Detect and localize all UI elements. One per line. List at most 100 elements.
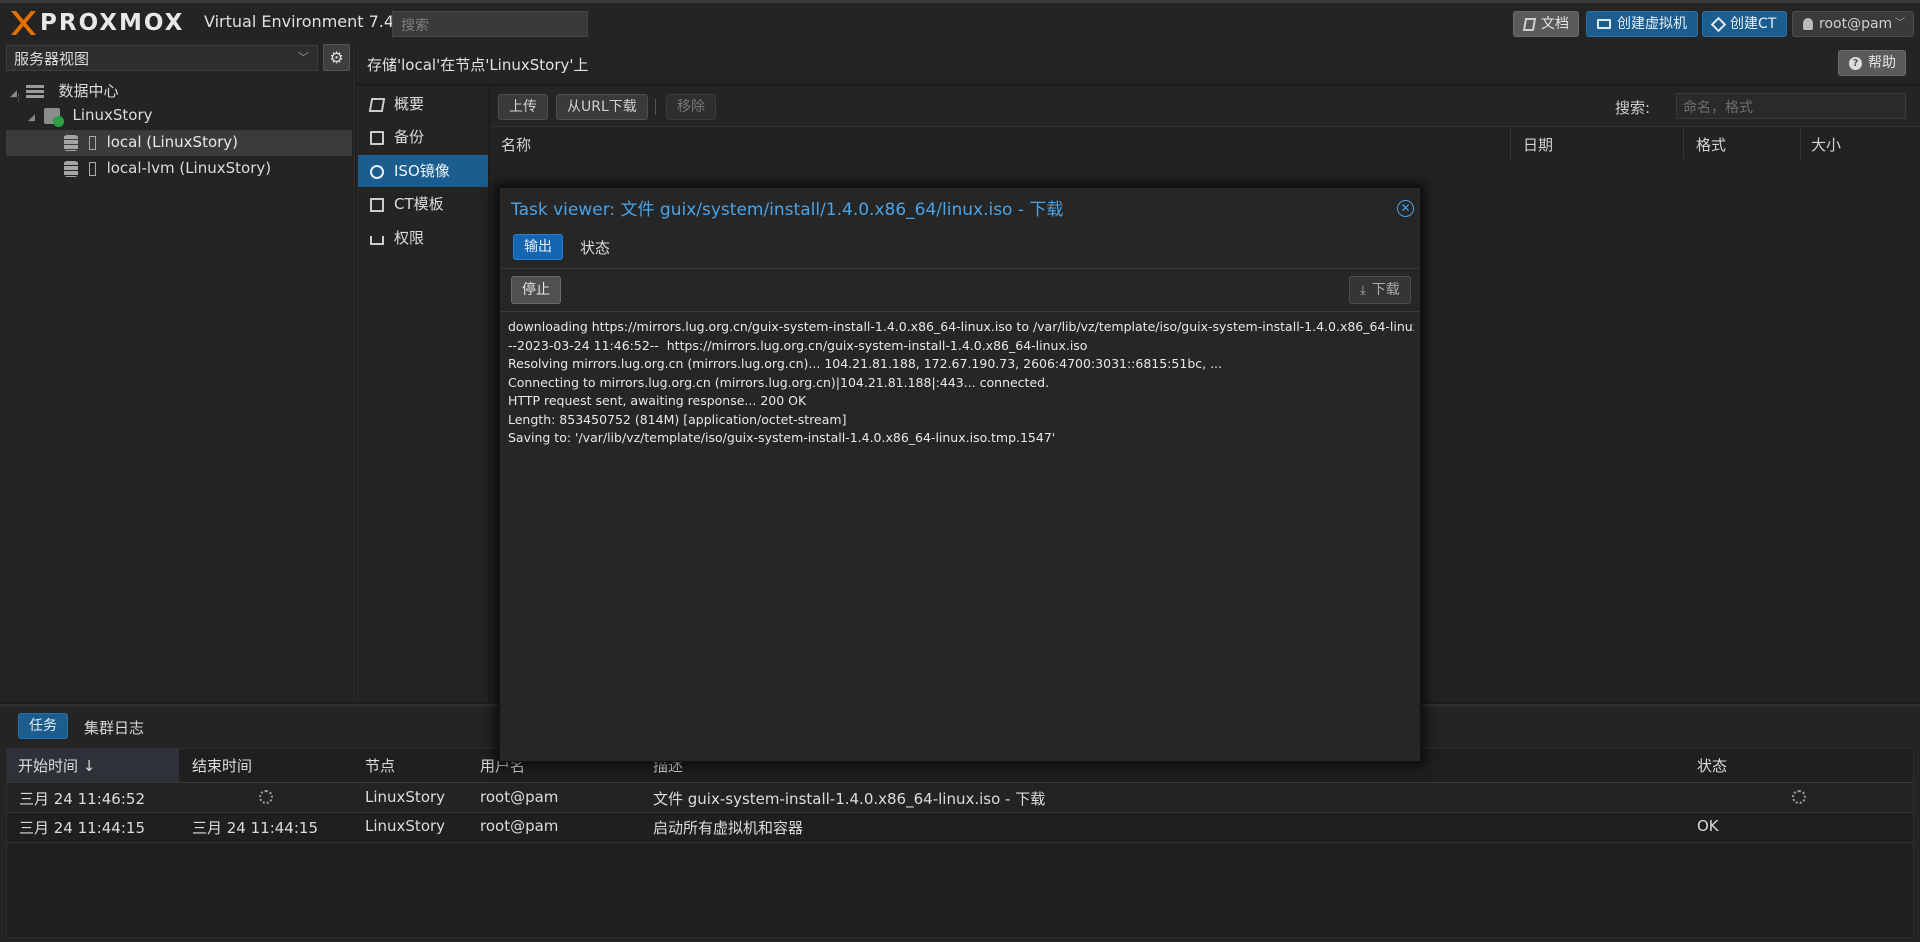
task-row-end: 三月 24 11:44:15 (192, 819, 318, 837)
nav-item-summary[interactable]: 概要 (358, 88, 488, 120)
logo-text: PROXMOX (40, 10, 185, 36)
view-settings-button[interactable]: ⚙ (323, 44, 350, 71)
task-row-desc: 启动所有虚拟机和容器 (653, 819, 804, 837)
gear-icon: ⚙ (329, 48, 344, 67)
loading-spinner-icon (259, 790, 273, 804)
log-line: Connecting to mirrors.lug.org.cn (mirror… (508, 374, 1050, 390)
disc-icon (370, 164, 384, 179)
user-menu-button[interactable]: root@pam ﹀ (1792, 11, 1914, 37)
col-header-format[interactable]: 格式 (1696, 134, 1726, 155)
cube-icon (1710, 16, 1727, 32)
chevron-down-icon: ﹀ (298, 51, 309, 64)
question-icon: ? (1849, 56, 1862, 70)
col-separator (1800, 127, 1801, 159)
task-row-desc: 文件 guix-system-install-1.4.0.x86_64-linu… (653, 790, 1046, 808)
log-line: --2023-03-24 11:46:52-- https://mirrors.… (508, 337, 1088, 353)
loading-spinner-icon (1792, 790, 1806, 804)
database-icon (64, 134, 78, 151)
nav-item-backup[interactable]: 备份 (358, 121, 488, 153)
dialog-toolbar-divider (500, 311, 1420, 312)
iso-search-input[interactable]: 命名，格式 (1676, 93, 1906, 119)
docs-button[interactable]: 文档 (1513, 11, 1579, 37)
task-viewer-dialog: Task viewer: 文件 guix/system/install/1.4.… (499, 187, 1421, 762)
unlock-icon (370, 236, 384, 245)
global-search-placeholder: 搜索 (401, 18, 429, 34)
view-select[interactable]: 服务器视图 ﹀ (6, 45, 318, 71)
toolbar-separator (655, 99, 656, 115)
tab-tasks[interactable]: 任务 (18, 713, 68, 739)
help-button[interactable]: ? 帮助 (1838, 50, 1906, 76)
task-col-node[interactable]: 节点 (365, 755, 395, 776)
chevron-down-icon: ﹀ (1895, 18, 1905, 29)
log-line: Resolving mirrors.lug.org.cn (mirrors.lu… (508, 356, 1223, 371)
task-table (6, 748, 1914, 938)
check-icon (52, 115, 64, 127)
tab-output[interactable]: 输出 (513, 234, 563, 260)
col-header-date[interactable]: 日期 (1523, 134, 1553, 155)
log-line: downloading https://mirrors.lug.org.cn/g… (508, 319, 1414, 334)
remove-button[interactable]: 移除 (666, 94, 716, 120)
stop-button[interactable]: 停止 (511, 276, 561, 304)
upload-button[interactable]: 上传 (498, 94, 548, 120)
log-line: Saving to: '/var/lib/vz/template/iso/gui… (508, 430, 1056, 445)
create-vm-button[interactable]: 创建虚拟机 (1586, 11, 1698, 37)
content-header (356, 45, 1920, 83)
dialog-close-button[interactable]: ✕ (1397, 200, 1414, 217)
download-url-button[interactable]: 从URL下载 (556, 94, 648, 120)
task-row-user: root@pam (480, 817, 559, 835)
task-col-end[interactable]: 结束时间 (192, 755, 252, 776)
col-header-size[interactable]: 大小 (1811, 134, 1841, 155)
resource-tree: ◢ 数据中心 ◢ LinuxStory local (LinuxStory) l… (6, 76, 352, 186)
col-separator (1510, 127, 1511, 159)
download-log-button[interactable]: ⤓ 下载 (1349, 276, 1411, 304)
app-title: Virtual Environment 7.4-3 (204, 12, 411, 31)
tree-item-local-lvm[interactable]: local-lvm (LinuxStory) (64, 159, 271, 181)
tree-item-node[interactable]: ◢ LinuxStory (28, 106, 153, 128)
log-line: HTTP request sent, awaiting response... … (508, 393, 807, 408)
task-col-status[interactable]: 状态 (1697, 755, 1727, 776)
col-header-name[interactable]: 名称 (501, 134, 531, 155)
task-log-output: downloading https://mirrors.lug.org.cn/g… (508, 318, 1414, 748)
database-icon (64, 160, 78, 177)
close-icon: ✕ (1400, 201, 1411, 215)
floppy-icon (370, 130, 384, 145)
nav-item-permissions[interactable]: 权限 (358, 222, 488, 254)
storage-box-icon (88, 135, 96, 150)
log-line: Length: 853450752 (814M) [application/oc… (508, 411, 847, 427)
task-row-start: 三月 24 11:44:15 (19, 819, 145, 837)
expand-arrow-icon: ◢ (10, 89, 17, 99)
create-ct-button[interactable]: 创建CT (1702, 11, 1787, 37)
task-row-node: LinuxStory (365, 817, 446, 835)
col-separator (1683, 127, 1684, 159)
task-row-user: root@pam (480, 788, 559, 806)
expand-arrow-icon: ◢ (28, 113, 35, 123)
nav-item-ct-templates[interactable]: CT模板 (358, 188, 488, 220)
download-icon: ⤓ (1360, 283, 1366, 298)
global-search-input[interactable]: 搜索 (392, 11, 588, 37)
proxmox-logo: PROXMOX (8, 8, 184, 38)
task-col-start[interactable]: 开始时间 ↓ (18, 755, 95, 776)
task-row-node: LinuxStory (365, 788, 446, 806)
docs-icon (1522, 17, 1537, 31)
iso-search-placeholder: 命名，格式 (1683, 100, 1753, 116)
tab-status[interactable]: 状态 (580, 237, 610, 258)
monitor-icon (1597, 19, 1611, 29)
book-icon (368, 97, 386, 112)
user-icon (1803, 18, 1813, 30)
template-icon (370, 197, 384, 212)
task-row-start: 三月 24 11:46:52 (19, 790, 145, 808)
storage-box-icon (88, 161, 96, 176)
tree-item-local[interactable]: local (LinuxStory) (64, 133, 238, 155)
proxmox-x-icon (11, 11, 36, 35)
tab-cluster-log[interactable]: 集群日志 (84, 717, 144, 738)
content-title: 存储'local'在节点'LinuxStory'上 (367, 56, 589, 74)
node-online-icon (43, 107, 64, 127)
server-rack-icon (25, 84, 44, 99)
task-row-status: OK (1697, 817, 1719, 835)
dialog-tab-divider (500, 268, 1420, 269)
nav-item-iso[interactable]: ISO镜像 (358, 155, 488, 187)
search-label: 搜索: (1615, 99, 1651, 117)
dialog-title: Task viewer: 文件 guix/system/install/1.4.… (511, 200, 1064, 220)
tree-item-datacenter[interactable]: ◢ 数据中心 (10, 80, 119, 102)
view-select-value: 服务器视图 (14, 50, 90, 68)
